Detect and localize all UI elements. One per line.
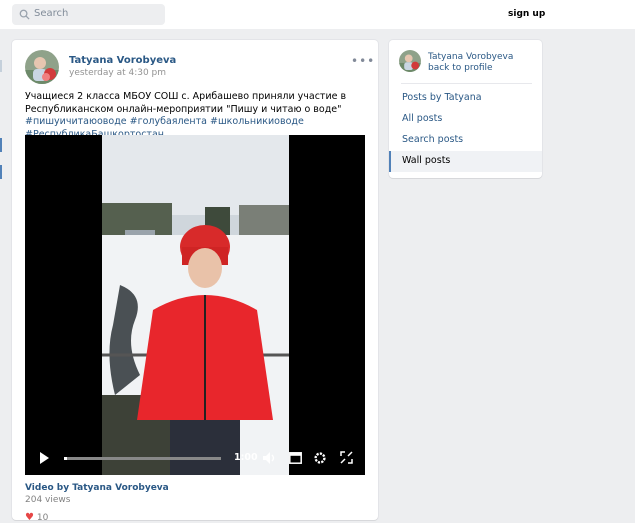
video-title[interactable]: Video by Tatyana Vorobyeva: [25, 483, 169, 493]
post-body: Учащиеся 2 класса МБОУ СОШ с. Арибашево …: [25, 91, 347, 115]
sidebar-name[interactable]: Tatyana Vorobyeva: [428, 52, 513, 62]
sidebar: Tatyana Vorobyeva back to profile Posts …: [389, 40, 542, 178]
post-time[interactable]: yesterday at 4:30 pm: [69, 68, 166, 78]
like-button[interactable]: ♥ 10: [25, 512, 48, 523]
search-placeholder: Search: [34, 8, 69, 19]
back-to-profile-link[interactable]: back to profile: [428, 63, 493, 73]
wall-post: Tatyana Vorobyeva yesterday at 4:30 pm •…: [12, 40, 378, 523]
search-input[interactable]: Search: [12, 4, 165, 25]
left-nav-fragment: [0, 165, 2, 179]
play-icon[interactable]: [35, 448, 53, 466]
left-nav-fragment: [0, 60, 2, 72]
video-controls: 1:00: [25, 440, 365, 475]
more-icon[interactable]: •••: [351, 54, 375, 68]
sidebar-item-all-posts[interactable]: All posts: [389, 109, 542, 130]
settings-icon[interactable]: [313, 451, 327, 465]
sidebar-item-label: Posts by Tatyana: [402, 92, 482, 103]
video-frame: [102, 135, 289, 475]
sidebar-item-label: Wall posts: [402, 155, 451, 166]
sidebar-avatar[interactable]: [399, 50, 421, 72]
signup-link[interactable]: sign up: [508, 9, 545, 19]
sidebar-item-wall-posts[interactable]: Wall posts: [389, 151, 542, 172]
seek-bar[interactable]: [64, 452, 221, 464]
miniplayer-icon[interactable]: [289, 452, 302, 464]
video-player[interactable]: 1:00: [25, 135, 365, 475]
fullscreen-icon[interactable]: [340, 451, 353, 464]
sidebar-item-search-posts[interactable]: Search posts: [389, 130, 542, 151]
video-views: 204 views: [25, 495, 71, 505]
top-bar: Search sign up: [0, 0, 635, 29]
heart-icon: ♥: [25, 512, 34, 523]
like-count: 10: [36, 513, 49, 523]
post-text: Учащиеся 2 класса МБОУ СОШ с. Арибашево …: [25, 91, 370, 141]
left-nav-fragment: [0, 138, 2, 152]
sidebar-item-label: All posts: [402, 113, 443, 124]
search-icon: [19, 9, 30, 20]
volume-icon[interactable]: [262, 451, 276, 465]
divider: [401, 83, 532, 84]
avatar[interactable]: [25, 50, 59, 84]
sidebar-item-label: Search posts: [402, 134, 464, 145]
video-time: 1:00: [234, 452, 258, 463]
sidebar-item-posts-by-tatyana[interactable]: Posts by Tatyana: [389, 88, 542, 109]
post-author[interactable]: Tatyana Vorobyeva: [69, 55, 176, 66]
